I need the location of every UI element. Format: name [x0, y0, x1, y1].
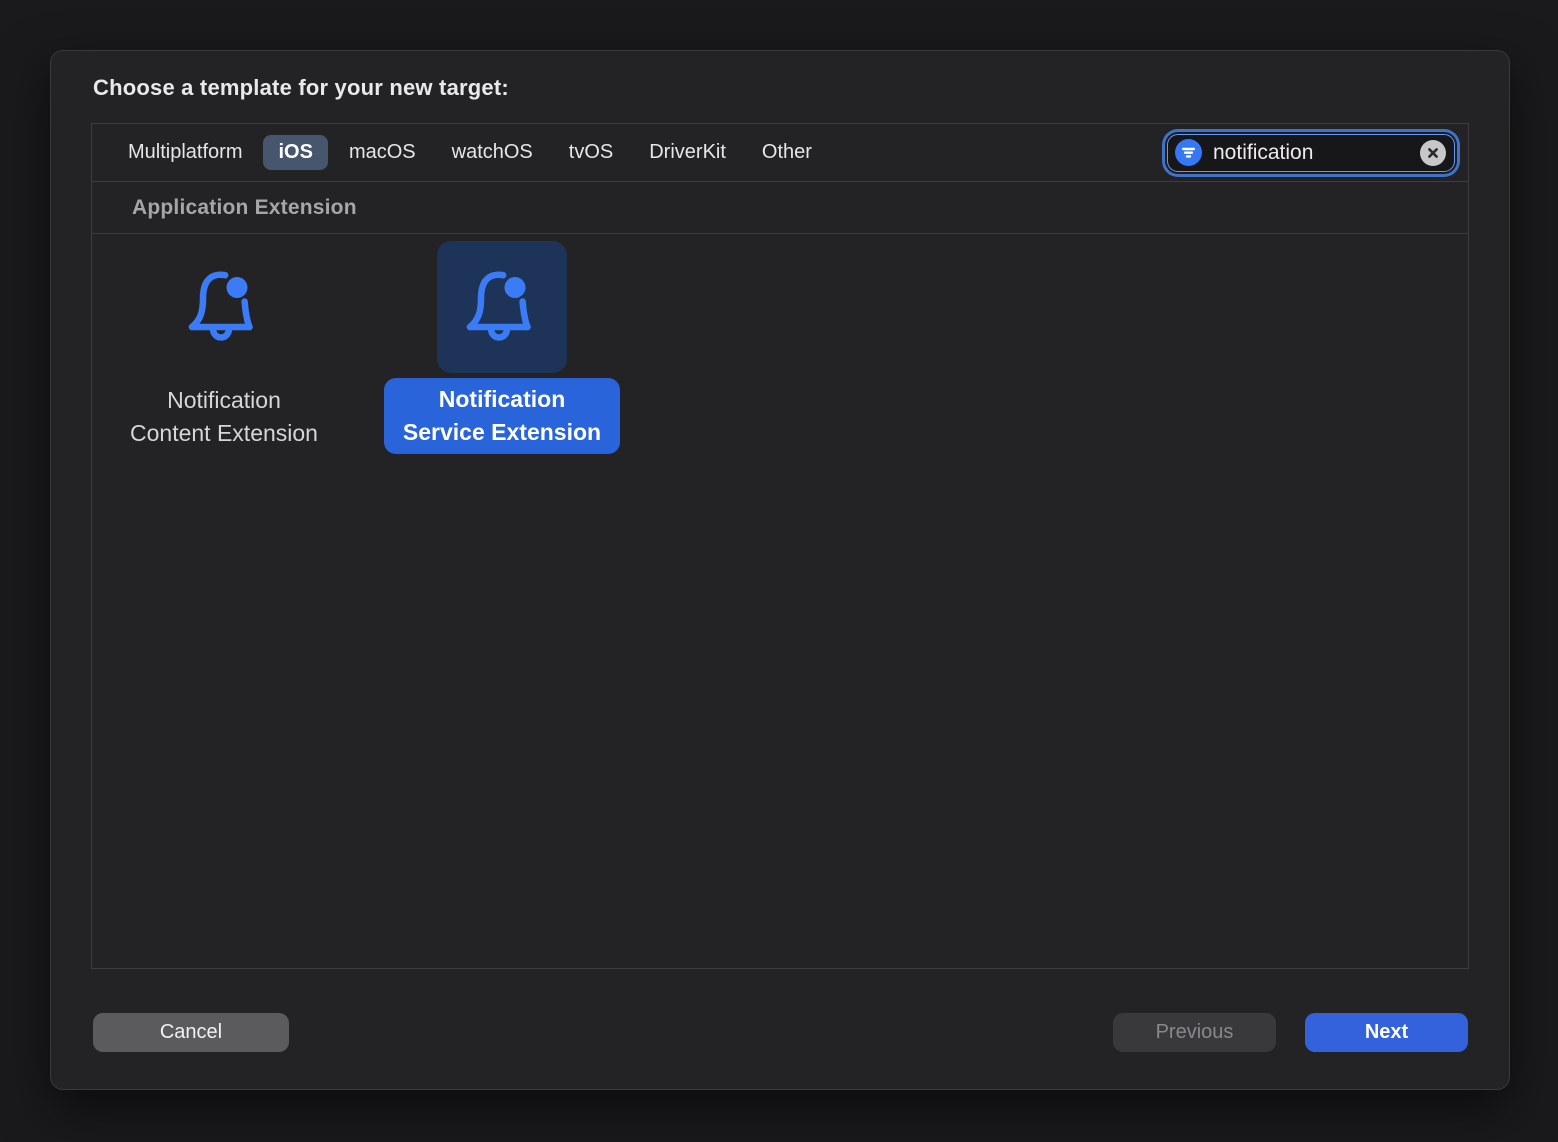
previous-button[interactable]: Previous [1113, 1013, 1276, 1052]
clear-icon[interactable] [1420, 140, 1446, 166]
tab-watchos[interactable]: watchOS [437, 135, 548, 170]
template-search-field[interactable] [1167, 134, 1455, 172]
template-grid: Notification Content Extension Notificat… [92, 234, 1468, 968]
new-target-template-dialog: Choose a template for your new target: M… [50, 50, 1510, 1090]
bell-badge-icon [159, 242, 289, 372]
template-chooser-panel: Multiplatform iOS macOS watchOS tvOS Dri… [91, 123, 1469, 969]
filter-icon[interactable] [1175, 139, 1202, 166]
tab-ios[interactable]: iOS [263, 135, 327, 170]
tab-driverkit[interactable]: DriverKit [634, 135, 741, 170]
section-header-application-extension: Application Extension [92, 182, 1468, 234]
next-button[interactable]: Next [1305, 1013, 1468, 1052]
tab-other[interactable]: Other [747, 135, 827, 170]
tab-multiplatform[interactable]: Multiplatform [113, 135, 257, 170]
search-input[interactable] [1211, 140, 1420, 166]
platform-tab-bar: Multiplatform iOS macOS watchOS tvOS Dri… [92, 124, 1468, 182]
template-notification-content-extension[interactable]: Notification Content Extension [99, 241, 349, 450]
template-notification-service-extension[interactable]: Notification Service Extension [377, 241, 627, 454]
template-label: Notification Content Extension [130, 384, 318, 450]
template-icon-tile [159, 241, 289, 373]
tab-tvos[interactable]: tvOS [554, 135, 628, 170]
tab-macos[interactable]: macOS [334, 135, 431, 170]
template-label: Notification Service Extension [384, 378, 620, 454]
template-icon-tile [437, 241, 567, 373]
dialog-title: Choose a template for your new target: [93, 75, 509, 101]
cancel-button[interactable]: Cancel [93, 1013, 289, 1052]
bell-badge-icon [437, 242, 567, 372]
